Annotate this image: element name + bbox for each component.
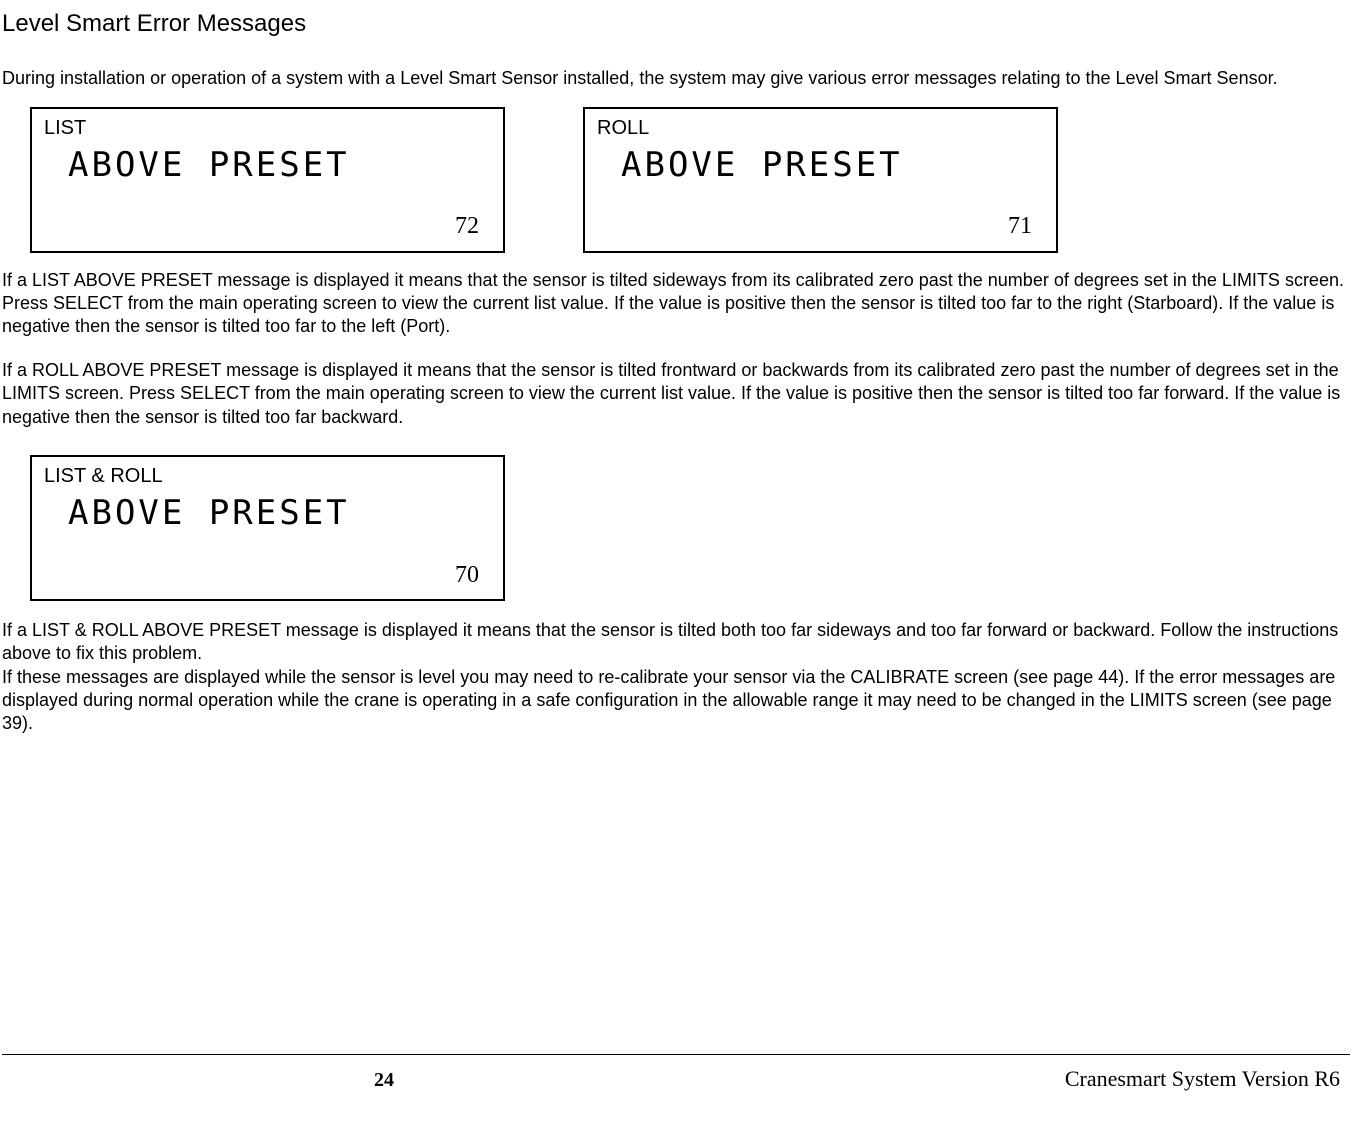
para-list: If a LIST ABOVE PRESET message is displa… bbox=[2, 269, 1350, 339]
page-title: Level Smart Error Messages bbox=[2, 8, 1350, 39]
panel-header-roll: ROLL bbox=[597, 115, 1044, 141]
panel-header-listroll: LIST & ROLL bbox=[44, 463, 491, 489]
page-footer: 24 Cranesmart System Version R6 bbox=[2, 1054, 1350, 1094]
panel-main-listroll: ABOVE PRESET bbox=[44, 491, 491, 535]
page-number: 24 bbox=[374, 1067, 394, 1093]
footer-divider bbox=[2, 1054, 1350, 1055]
panel-code-listroll: 70 bbox=[455, 560, 479, 591]
error-panel-solo: LIST & ROLL ABOVE PRESET 70 bbox=[2, 455, 1350, 601]
para-listroll: If a LIST & ROLL ABOVE PRESET message is… bbox=[2, 619, 1350, 666]
error-panels-row: LIST ABOVE PRESET 72 ROLL ABOVE PRESET 7… bbox=[2, 107, 1350, 253]
para-roll: If a ROLL ABOVE PRESET message is displa… bbox=[2, 359, 1350, 429]
panel-code-list: 72 bbox=[455, 211, 479, 242]
list-error-panel: LIST ABOVE PRESET 72 bbox=[30, 107, 505, 253]
para-calibrate: If these messages are displayed while th… bbox=[2, 666, 1350, 736]
panel-code-roll: 71 bbox=[1008, 211, 1032, 242]
intro-paragraph: During installation or operation of a sy… bbox=[2, 67, 1350, 90]
roll-error-panel: ROLL ABOVE PRESET 71 bbox=[583, 107, 1058, 253]
panel-header-list: LIST bbox=[44, 115, 491, 141]
list-roll-error-panel: LIST & ROLL ABOVE PRESET 70 bbox=[30, 455, 505, 601]
doc-version: Cranesmart System Version R6 bbox=[1065, 1065, 1340, 1094]
panel-main-list: ABOVE PRESET bbox=[44, 143, 491, 187]
panel-main-roll: ABOVE PRESET bbox=[597, 143, 1044, 187]
